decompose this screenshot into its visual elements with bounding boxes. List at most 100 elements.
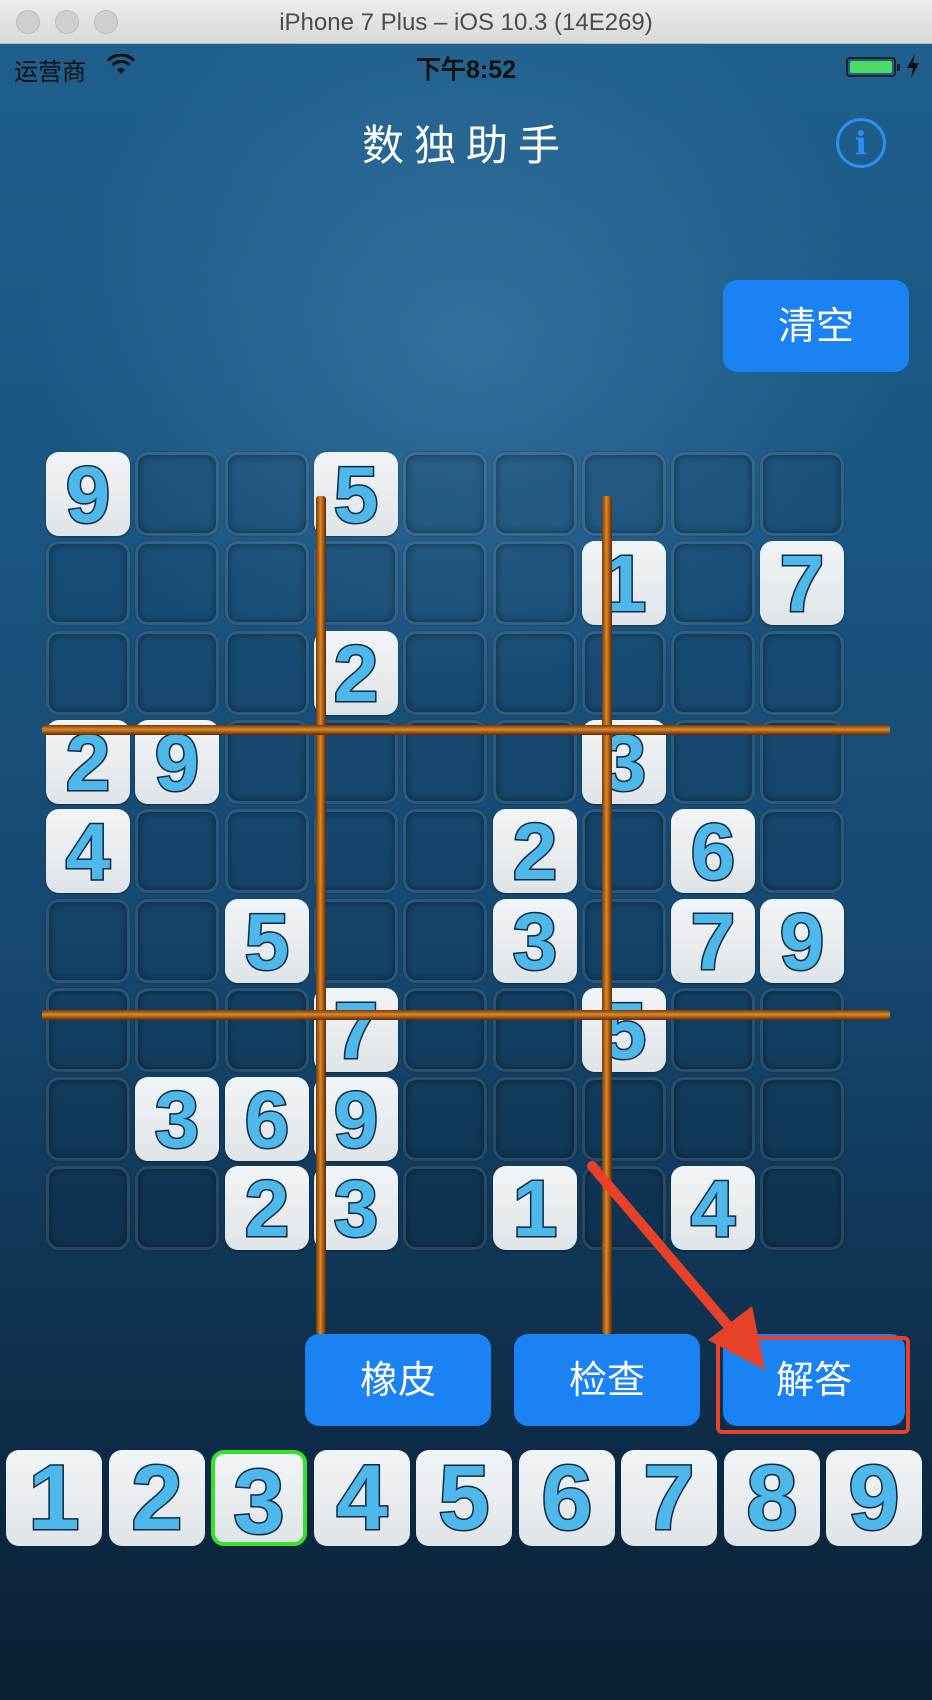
cell-digit xyxy=(406,902,484,980)
sudoku-cell[interactable] xyxy=(493,541,577,625)
annotation-highlight-box xyxy=(716,1336,910,1434)
cell-digit xyxy=(317,902,395,980)
sudoku-cell[interactable] xyxy=(403,541,487,625)
sudoku-cell[interactable] xyxy=(493,631,577,715)
sudoku-cell[interactable] xyxy=(46,631,130,715)
sudoku-cell[interactable] xyxy=(760,1166,844,1250)
sudoku-cell[interactable] xyxy=(314,541,398,625)
sudoku-cell[interactable] xyxy=(135,988,219,1072)
sudoku-cell[interactable] xyxy=(403,988,487,1072)
sudoku-cell[interactable]: 2 xyxy=(225,1164,309,1253)
cell-digit xyxy=(763,1080,841,1158)
sudoku-cell[interactable]: 7 xyxy=(314,986,398,1075)
cell-digit xyxy=(674,1080,752,1158)
number-pad-key[interactable]: 9 xyxy=(826,1447,922,1549)
sudoku-cell[interactable] xyxy=(582,809,666,893)
sudoku-cell[interactable] xyxy=(46,1077,130,1161)
sudoku-cell[interactable] xyxy=(135,809,219,893)
number-pad-key[interactable]: 3 xyxy=(211,1450,307,1552)
check-button[interactable]: 检查 xyxy=(514,1334,700,1426)
sudoku-cell[interactable] xyxy=(225,988,309,1072)
sudoku-cell[interactable] xyxy=(671,988,755,1072)
sudoku-cell[interactable] xyxy=(135,452,219,536)
sudoku-cell[interactable]: 3 xyxy=(135,1075,219,1164)
sudoku-cell[interactable] xyxy=(403,631,487,715)
sudoku-cell[interactable] xyxy=(225,809,309,893)
sudoku-cell[interactable] xyxy=(582,1166,666,1250)
sudoku-cell[interactable]: 5 xyxy=(582,986,666,1075)
sudoku-cell[interactable] xyxy=(46,1166,130,1250)
sudoku-cell[interactable] xyxy=(582,1077,666,1161)
cell-digit xyxy=(138,634,216,712)
sudoku-cell[interactable] xyxy=(46,541,130,625)
sudoku-cell[interactable] xyxy=(403,452,487,536)
cell-digit xyxy=(138,544,216,622)
sudoku-cell[interactable]: 7 xyxy=(671,897,755,986)
sudoku-cell[interactable] xyxy=(671,452,755,536)
sudoku-cell[interactable]: 6 xyxy=(671,807,755,896)
sudoku-cell[interactable] xyxy=(46,899,130,983)
sudoku-cell[interactable]: 9 xyxy=(760,897,844,986)
number-pad-key[interactable]: 4 xyxy=(314,1449,410,1548)
sudoku-cell[interactable] xyxy=(760,631,844,715)
sudoku-cell[interactable] xyxy=(493,988,577,1072)
sudoku-cell[interactable] xyxy=(225,631,309,715)
cell-digit: 9 xyxy=(778,897,826,986)
sudoku-cell[interactable] xyxy=(46,988,130,1072)
sudoku-cell[interactable]: 9 xyxy=(46,450,130,539)
number-pad-key[interactable]: 7 xyxy=(621,1449,717,1548)
sudoku-cell[interactable] xyxy=(135,541,219,625)
eraser-button[interactable]: 橡皮 xyxy=(305,1334,491,1426)
sudoku-cell[interactable] xyxy=(582,899,666,983)
number-pad-key[interactable]: 6 xyxy=(519,1449,615,1548)
number-pad-digit: 9 xyxy=(847,1447,901,1549)
sudoku-cell[interactable]: 1 xyxy=(493,1164,577,1253)
sudoku-cell[interactable] xyxy=(225,452,309,536)
sudoku-cell[interactable] xyxy=(314,809,398,893)
sudoku-cell[interactable]: 5 xyxy=(314,450,398,539)
number-pad-key[interactable]: 2 xyxy=(109,1447,205,1549)
sudoku-cell[interactable] xyxy=(135,899,219,983)
sudoku-cell[interactable] xyxy=(135,1166,219,1250)
sudoku-cell[interactable] xyxy=(760,988,844,1072)
sudoku-cell[interactable]: 5 xyxy=(225,897,309,986)
sudoku-cell[interactable] xyxy=(671,1077,755,1161)
cell-digit xyxy=(406,1169,484,1247)
sudoku-cell[interactable] xyxy=(582,452,666,536)
info-button[interactable]: i xyxy=(836,118,886,168)
sudoku-cell[interactable]: 3 xyxy=(493,897,577,986)
sudoku-cell[interactable]: 1 xyxy=(582,539,666,628)
sudoku-cell[interactable]: 2 xyxy=(493,807,577,896)
sudoku-cell[interactable] xyxy=(314,899,398,983)
sudoku-cell[interactable] xyxy=(760,452,844,536)
sudoku-cell[interactable]: 6 xyxy=(225,1075,309,1164)
sudoku-cell[interactable] xyxy=(403,1077,487,1161)
sudoku-cell[interactable] xyxy=(135,631,219,715)
clear-button[interactable]: 清空 xyxy=(723,280,909,372)
sudoku-cell[interactable] xyxy=(760,1077,844,1161)
sudoku-cell[interactable]: 3 xyxy=(314,1164,398,1253)
sudoku-cell[interactable]: 4 xyxy=(46,807,130,896)
sudoku-cell[interactable]: 4 xyxy=(671,1164,755,1253)
cell-digit xyxy=(406,1080,484,1158)
sudoku-cell[interactable] xyxy=(671,541,755,625)
number-pad-key[interactable]: 5 xyxy=(416,1449,512,1548)
sudoku-cell[interactable] xyxy=(403,1166,487,1250)
number-pad-digit: 2 xyxy=(130,1447,184,1549)
sudoku-cell[interactable] xyxy=(582,631,666,715)
sudoku-cell[interactable]: 7 xyxy=(760,539,844,628)
sudoku-cell[interactable] xyxy=(760,809,844,893)
charging-bolt-icon xyxy=(907,54,919,78)
cell-digit xyxy=(763,455,841,533)
number-pad-key[interactable]: 1 xyxy=(6,1449,102,1548)
sudoku-cell[interactable] xyxy=(671,631,755,715)
cell-digit: 3 xyxy=(332,1164,380,1253)
number-pad-key[interactable]: 8 xyxy=(724,1449,820,1548)
sudoku-cell[interactable] xyxy=(225,541,309,625)
sudoku-cell[interactable] xyxy=(493,452,577,536)
sudoku-cell[interactable]: 9 xyxy=(314,1075,398,1164)
sudoku-cell[interactable]: 2 xyxy=(314,629,398,718)
sudoku-cell[interactable] xyxy=(403,809,487,893)
sudoku-cell[interactable] xyxy=(493,1077,577,1161)
sudoku-cell[interactable] xyxy=(403,899,487,983)
